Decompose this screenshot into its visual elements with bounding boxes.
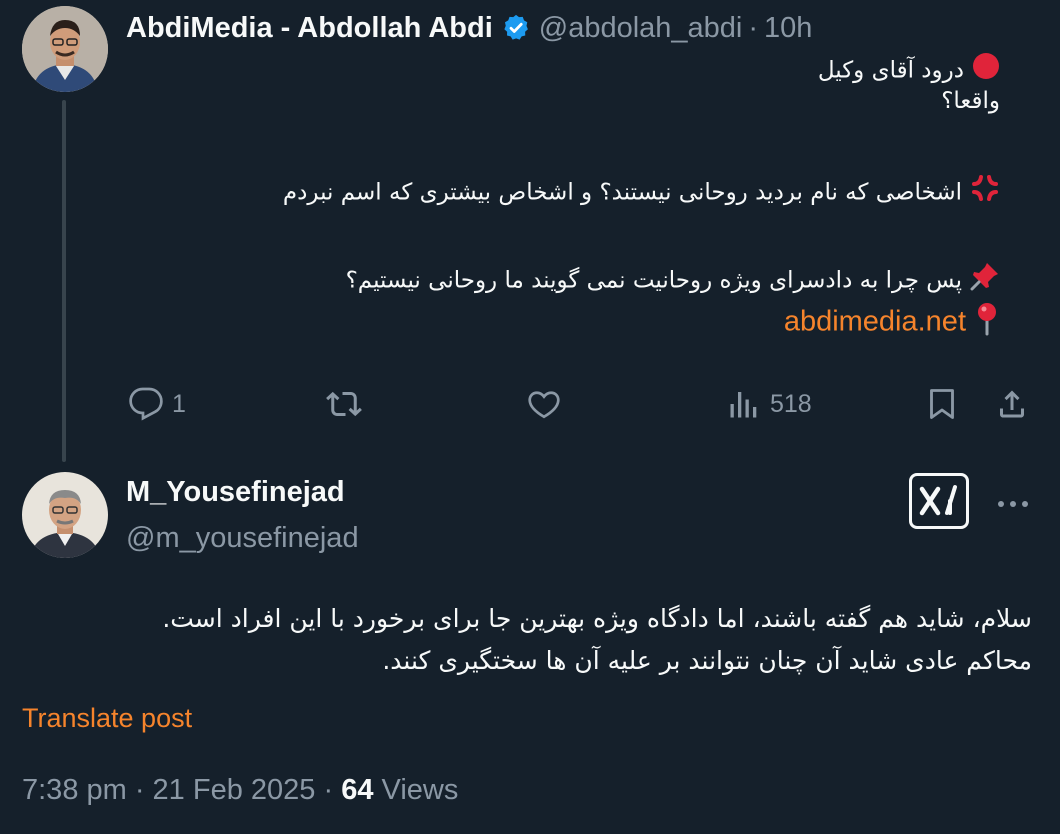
link-line: abdimedia.net bbox=[240, 302, 1000, 338]
separator-dot: · bbox=[748, 11, 759, 44]
verified-badge-icon[interactable] bbox=[501, 13, 531, 43]
tweet2-text: سلام، شاید هم گفته باشند، اما دادگاه ویژ… bbox=[20, 598, 1032, 682]
tweet1-line-2: واقعا؟ bbox=[941, 88, 1000, 114]
more-options-icon[interactable] bbox=[996, 492, 1030, 521]
views-label: Views bbox=[381, 774, 459, 806]
tweet1-header: AbdiMedia - Abdollah Abdi @abdolah_abdi … bbox=[126, 8, 812, 48]
author-name[interactable]: AbdiMedia - Abdollah Abdi bbox=[126, 12, 493, 45]
reply-count: 1 bbox=[172, 389, 186, 418]
tweet1-text: درود آقای وکیل واقعا؟ اشخاصی که نام بردی… bbox=[240, 52, 1000, 338]
reply-button[interactable]: 1 bbox=[128, 382, 186, 426]
tweet1-actions: 1 518 bbox=[126, 382, 1040, 426]
avatar-abdimedia[interactable] bbox=[22, 6, 108, 92]
views-count: 518 bbox=[770, 389, 812, 418]
retweet-button[interactable] bbox=[326, 382, 370, 426]
tweet2-line-1: سلام، شاید هم گفته باشند، اما دادگاه ویژ… bbox=[162, 604, 1032, 633]
post-time[interactable]: 10h bbox=[764, 12, 812, 45]
author-name[interactable]: M_Yousefinejad bbox=[126, 476, 345, 509]
translate-post-link[interactable]: Translate post bbox=[22, 703, 192, 734]
text-line: درود آقای وکیل bbox=[240, 52, 1000, 85]
round-pushpin-icon bbox=[974, 302, 1000, 346]
anger-symbol-icon bbox=[970, 173, 1000, 213]
heart-icon bbox=[528, 391, 560, 419]
tweet1-line-4: اشخاصی که نام بردید روحانی نیستند؟ و اشخ… bbox=[282, 179, 962, 206]
views-button[interactable]: 518 bbox=[726, 382, 812, 426]
tweet1-line-6: پس چرا به دادسرای ویژه روحانیت نمی گویند… bbox=[345, 267, 962, 294]
pushpin-icon bbox=[970, 261, 1000, 301]
bookmark-button[interactable] bbox=[924, 382, 960, 426]
share-button[interactable] bbox=[994, 382, 1030, 426]
tweet2-line-2: محاکم عادی شاید آن چنان نتوانند بر علیه … bbox=[382, 646, 1032, 675]
text-line: پس چرا به دادسرای ویژه روحانیت نمی گویند… bbox=[240, 261, 1000, 294]
text-line: واقعا؟ bbox=[240, 85, 1000, 118]
thread-connector-line bbox=[62, 100, 66, 462]
post-meta: 7:38 pm · 21 Feb 2025 · 64 Views bbox=[22, 774, 458, 807]
views-count: 64 bbox=[341, 774, 374, 806]
share-icon bbox=[1000, 390, 1024, 418]
bookmark-icon bbox=[930, 389, 954, 419]
website-link[interactable]: abdimedia.net bbox=[784, 306, 966, 338]
avatar-yousefinejad[interactable] bbox=[22, 472, 108, 558]
retweet-icon bbox=[326, 391, 362, 417]
views-chart-icon bbox=[730, 392, 757, 418]
grok-xai-icon[interactable] bbox=[909, 473, 969, 529]
like-button[interactable] bbox=[526, 382, 570, 426]
author-handle[interactable]: @abdolah_abdi bbox=[539, 12, 743, 45]
text-line: اشخاصی که نام بردید روحانی نیستند؟ و اشخ… bbox=[240, 173, 1000, 206]
author-handle[interactable]: @m_yousefinejad bbox=[126, 522, 359, 555]
post-timestamp[interactable]: 7:38 pm · 21 Feb 2025 · bbox=[22, 774, 341, 806]
tweet1-line-1: درود آقای وکیل bbox=[817, 57, 964, 84]
reply-icon bbox=[129, 387, 163, 421]
